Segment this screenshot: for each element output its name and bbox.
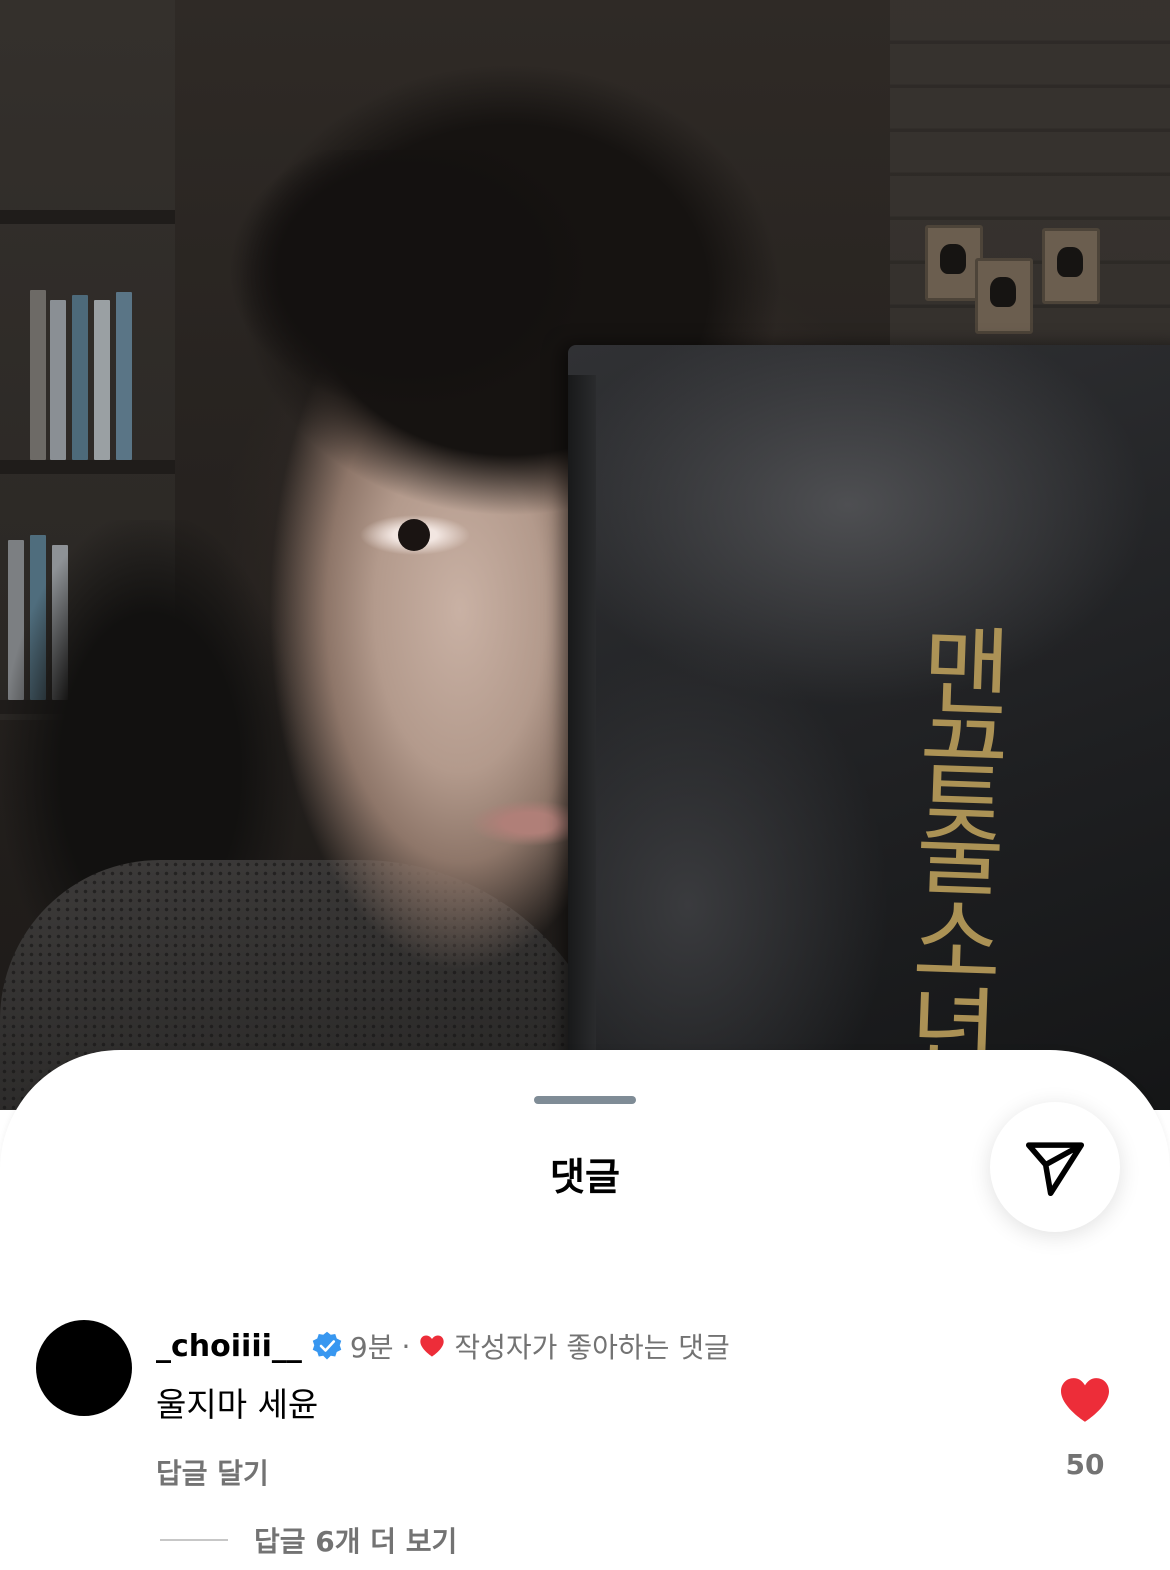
send-icon	[1025, 1142, 1085, 1197]
comment-time: 9분	[349, 1331, 394, 1364]
book-spine	[568, 375, 596, 1110]
comment-item: _choiiii__ 9분 · 작성자가 좋아하는 댓글 울지마 세윤 답글 달…	[0, 1320, 1170, 1570]
comment-text: 울지마 세윤	[156, 1385, 319, 1424]
hair-fringe	[200, 150, 620, 470]
view-replies-button[interactable]: 답글 6개 더 보기	[160, 1520, 457, 1560]
wall-frame	[1042, 228, 1100, 304]
screen: 맨끝줄소년 댓글 _choiiii__ 9분 · 작성자가 좋아하는 댓글 울지…	[0, 0, 1170, 1570]
verified-badge-icon	[312, 1331, 342, 1360]
avatar[interactable]	[36, 1320, 132, 1416]
comments-sheet: 댓글 _choiiii__ 9분 · 작성자가 좋아하는 댓글 울지마 세윤 답…	[0, 1050, 1170, 1570]
view-replies-label: 답글 6개 더 보기	[254, 1525, 458, 1558]
sheet-grabber[interactable]	[534, 1096, 636, 1104]
book-title: 맨끝줄소년	[888, 619, 1016, 1074]
heart-icon[interactable]	[1058, 1376, 1112, 1424]
post-photo: 맨끝줄소년	[0, 0, 1170, 1110]
replies-divider	[160, 1539, 228, 1541]
liked-by-author-label: 작성자가 좋아하는 댓글	[454, 1331, 730, 1364]
like-count: 50	[1065, 1448, 1105, 1481]
meta-separator: ·	[401, 1329, 411, 1363]
comment-username[interactable]: _choiiii__	[156, 1329, 302, 1364]
eye	[360, 515, 470, 555]
comment-meta: _choiiii__ 9분 · 작성자가 좋아하는 댓글	[156, 1326, 730, 1366]
wall-frame	[975, 258, 1033, 334]
share-button[interactable]	[990, 1102, 1120, 1232]
reply-button[interactable]: 답글 달기	[156, 1452, 269, 1492]
heart-icon	[420, 1335, 445, 1357]
